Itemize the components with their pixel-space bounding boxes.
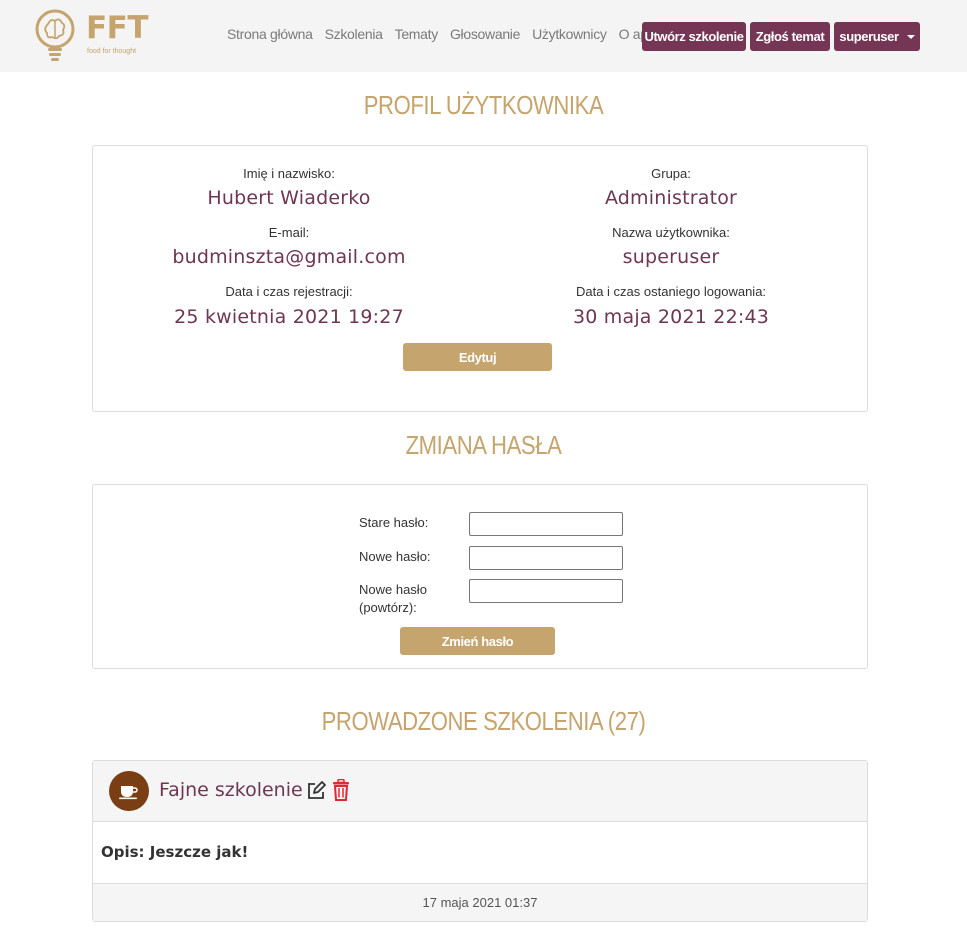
name-value: Hubert Wiaderko [207,187,371,209]
change-password-button[interactable]: Zmień hasło [400,627,555,655]
old-password-label: Stare hasło: [359,515,429,530]
brand-tagline: food for thought [87,48,137,55]
password-title: ZMIANA HASŁA [405,430,562,460]
name-label: Imię i nazwisko: [243,166,335,181]
edit-icon[interactable] [306,781,326,806]
edit-profile-button[interactable]: Edytuj [403,343,552,371]
training-description: Opis: Jeszcze jak! [101,843,249,861]
nav-link-topics[interactable]: Tematy [395,26,439,42]
username-value: superuser [622,246,720,268]
nav-link-home[interactable]: Strona główna [227,26,313,42]
email-value: budminszta@gmail.com [172,246,406,268]
training-card: Fajne szkolenie Opis: Jeszcze jak! 17 ma… [92,760,868,922]
nav-link-voting[interactable]: Głosowanie [450,26,520,42]
nav-link-users[interactable]: Użytkownicy [532,26,607,42]
create-training-button[interactable]: Utwórz szkolenie [642,22,746,51]
group-value: Administrator [604,187,738,209]
username-label: Nazwa użytkownika: [612,225,730,240]
new-password-label: Nowe hasło: [359,549,431,564]
brand-logo[interactable]: FFT food for thought [34,8,149,64]
email-label: E-mail: [268,225,310,240]
nav-link-trainings[interactable]: Szkolenia [325,26,383,42]
training-date: 17 maja 2021 01:37 [93,883,867,921]
repeat-password-input[interactable] [469,579,623,603]
profile-title: PROFIL UŻYTKOWNIKA [363,90,604,120]
new-password-input[interactable] [469,546,623,570]
nav-links: Strona główna Szkolenia Tematy Głosowani… [227,26,692,42]
trainings-title: PROWADZONE SZKOLENIA (27) [321,706,646,736]
caret-down-icon [906,34,915,39]
lightbulb-brain-icon [35,9,75,61]
navbar: FFT food for thought Strona główna Szkol… [0,0,967,72]
registered-value: 25 kwietnia 2021 19:27 [174,306,404,328]
last-login-value: 30 maja 2021 22:43 [572,306,770,328]
profile-card: Imię i nazwisko: Hubert Wiaderko Grupa: … [92,145,868,412]
training-card-header: Fajne szkolenie [93,761,867,822]
last-login-label: Data i czas ostaniego logowania: [575,284,767,299]
trash-icon[interactable] [331,778,351,806]
repeat-password-label: Nowe hasło (powtórz): [359,581,427,617]
brand-name: FFT [86,10,149,46]
repeat-password-label-line2: (powtórz): [359,600,417,615]
training-title[interactable]: Fajne szkolenie [159,779,303,801]
old-password-input[interactable] [469,512,623,536]
report-topic-button[interactable]: Zgłoś temat [750,22,830,51]
user-menu-label: superuser [839,29,899,44]
password-card: Stare hasło: Nowe hasło: Nowe hasło (pow… [92,484,868,669]
user-menu-dropdown[interactable]: superuser [834,22,920,51]
registered-label: Data i czas rejestracji: [225,284,353,299]
group-label: Grupa: [651,166,691,181]
coffee-cup-icon [109,771,149,811]
repeat-password-label-line1: Nowe hasło [359,582,427,597]
